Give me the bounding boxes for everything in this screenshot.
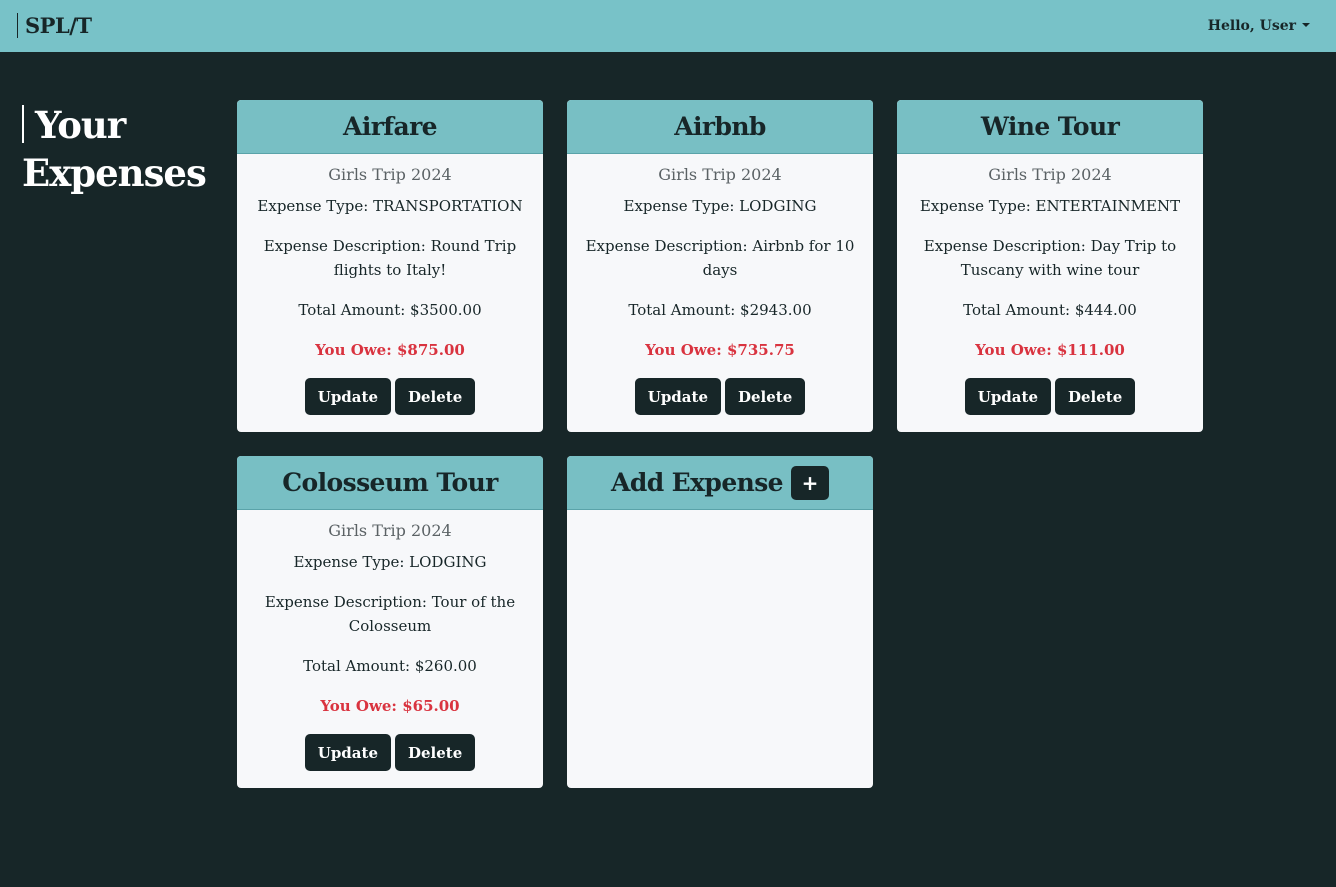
- page-title: Your Expenses: [22, 101, 222, 197]
- update-button[interactable]: Update: [304, 734, 391, 771]
- expense-type: Expense Type: TRANSPORTATION: [257, 197, 523, 215]
- expense-trip: Girls Trip 2024: [328, 521, 452, 540]
- expense-name: Airfare: [343, 112, 438, 141]
- expense-card-body: Girls Trip 2024 Expense Type: TRANSPORTA…: [237, 154, 543, 415]
- expense-card-header: Airfare: [237, 100, 543, 154]
- update-button[interactable]: Update: [964, 378, 1051, 415]
- expense-trip: Girls Trip 2024: [658, 165, 782, 184]
- expense-grid: Airfare Girls Trip 2024 Expense Type: TR…: [237, 100, 1203, 788]
- delete-button[interactable]: Delete: [724, 378, 806, 415]
- expense-trip: Girls Trip 2024: [988, 165, 1112, 184]
- expense-total: Total Amount: $260.00: [303, 657, 477, 675]
- expense-type: Expense Type: LODGING: [623, 197, 817, 215]
- add-expense-title: Add Expense: [611, 468, 784, 497]
- brand-divider: [17, 13, 18, 38]
- expense-total: Total Amount: $2943.00: [628, 301, 812, 319]
- expense-card-header: Colosseum Tour: [237, 456, 543, 510]
- expense-owe: You Owe: $65.00: [320, 697, 460, 715]
- brand-logo[interactable]: SPL/T: [17, 13, 92, 38]
- plus-icon[interactable]: +: [790, 465, 829, 500]
- expense-owe: You Owe: $875.00: [315, 341, 465, 359]
- expense-actions: Update Delete: [251, 734, 529, 771]
- expense-card: Wine Tour Girls Trip 2024 Expense Type: …: [897, 100, 1203, 432]
- page-title-line2: Expenses: [22, 151, 207, 195]
- expense-description: Expense Description: Airbnb for 10 days: [585, 237, 855, 279]
- delete-button[interactable]: Delete: [394, 378, 476, 415]
- add-expense-header: Add Expense +: [567, 456, 873, 510]
- page-title-line1: Your: [35, 103, 126, 147]
- expense-description: Expense Description: Round Trip flights …: [263, 237, 517, 279]
- expense-type: Expense Type: ENTERTAINMENT: [919, 197, 1181, 215]
- add-expense-card: Add Expense +: [567, 456, 873, 788]
- expense-total: Total Amount: $444.00: [963, 301, 1137, 319]
- expense-name: Wine Tour: [980, 112, 1120, 141]
- delete-button[interactable]: Delete: [394, 734, 476, 771]
- expense-card: Airbnb Girls Trip 2024 Expense Type: LOD…: [567, 100, 873, 432]
- expense-owe: You Owe: $735.75: [645, 341, 795, 359]
- expense-card-body: Girls Trip 2024 Expense Type: LODGING Ex…: [237, 510, 543, 771]
- expense-total: Total Amount: $3500.00: [298, 301, 482, 319]
- expense-name: Colosseum Tour: [282, 468, 498, 497]
- user-menu-dropdown[interactable]: Hello, User: [1208, 18, 1310, 34]
- expense-name: Airbnb: [674, 112, 766, 141]
- brand-text: SPL/T: [25, 13, 92, 38]
- update-button[interactable]: Update: [634, 378, 721, 415]
- expense-type: Expense Type: LODGING: [293, 553, 487, 571]
- expense-description: Expense Description: Day Trip to Tuscany…: [923, 237, 1177, 279]
- expense-card-header: Wine Tour: [897, 100, 1203, 154]
- delete-button[interactable]: Delete: [1054, 378, 1136, 415]
- title-divider: [22, 105, 24, 143]
- expense-actions: Update Delete: [581, 378, 859, 415]
- expense-actions: Update Delete: [911, 378, 1189, 415]
- expense-card: Airfare Girls Trip 2024 Expense Type: TR…: [237, 100, 543, 432]
- caret-down-icon: [1302, 23, 1310, 27]
- expense-card-header: Airbnb: [567, 100, 873, 154]
- expense-owe: You Owe: $111.00: [975, 341, 1125, 359]
- expense-actions: Update Delete: [251, 378, 529, 415]
- expense-card-body: Girls Trip 2024 Expense Type: LODGING Ex…: [567, 154, 873, 415]
- expense-card: Colosseum Tour Girls Trip 2024 Expense T…: [237, 456, 543, 788]
- expense-trip: Girls Trip 2024: [328, 165, 452, 184]
- update-button[interactable]: Update: [304, 378, 391, 415]
- expense-card-body: Girls Trip 2024 Expense Type: ENTERTAINM…: [897, 154, 1203, 415]
- expense-description: Expense Description: Tour of the Colosse…: [264, 593, 516, 635]
- user-greeting: Hello, User: [1207, 18, 1296, 34]
- navbar: SPL/T Hello, User: [0, 0, 1336, 52]
